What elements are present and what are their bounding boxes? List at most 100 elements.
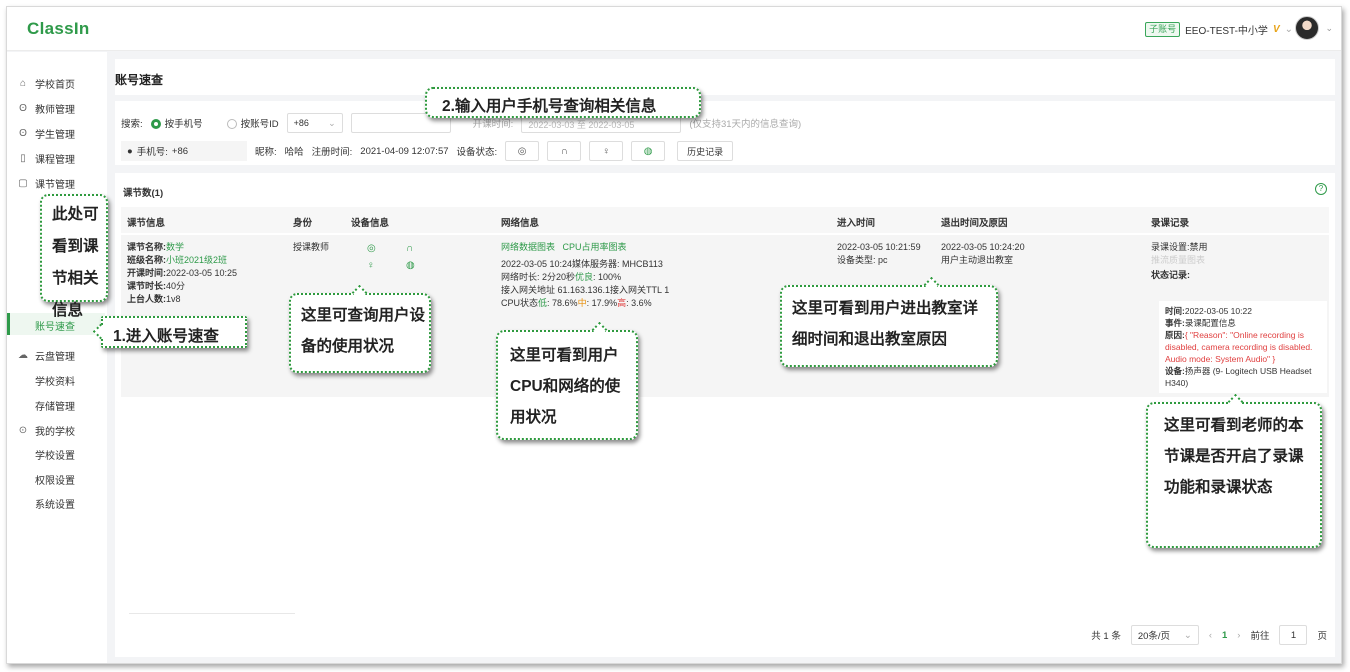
help-icon[interactable]: ?: [1315, 183, 1327, 195]
avatar[interactable]: [1295, 16, 1319, 40]
cpu-high-label: 高: [617, 298, 627, 308]
radio-by-id[interactable]: 按账号ID: [226, 116, 279, 130]
sidebar-item-teachers[interactable]: ʘ 教师管理: [17, 101, 75, 116]
search-label: 搜索:: [121, 119, 143, 130]
net-line-1: 2022-03-05 10:24媒体服务器: MHCB113: [501, 259, 663, 269]
chevron-down-icon: ⌄: [1183, 629, 1192, 641]
phone-label: 手机号:: [136, 147, 168, 158]
sidebar-item-storage[interactable]: 存储管理: [35, 398, 75, 413]
network-icon[interactable]: ◍: [406, 260, 415, 271]
sidebar-item-system-settings[interactable]: 系统设置: [35, 496, 75, 511]
enter-time-cell: 2022-03-05 10:21:59 设备类型: pc: [837, 241, 921, 267]
rec-device: 扬声器 (9- Logitech USB Headset H340): [1165, 366, 1312, 388]
rec-event: 录课配置信息: [1184, 318, 1236, 328]
camera-status-button[interactable]: ◎: [505, 141, 540, 161]
sidebar-item-lessons[interactable]: ▢ 课节管理: [17, 176, 75, 191]
history-button[interactable]: 历史记录: [677, 141, 734, 161]
cpu-label: CPU状态: [501, 298, 539, 308]
rec-reason-label: 原因:: [1165, 330, 1185, 340]
register-label: 注册时间:: [311, 147, 353, 158]
radio-by-phone[interactable]: 按手机号: [150, 116, 203, 130]
col-device-info: 设备信息: [351, 218, 390, 229]
net-line-3: 接入网关地址 61.163.136.1接入网关TTL 1: [501, 285, 670, 295]
pagination: 共 1 条 20条/页 ⌄ ‹ 1 › 前往 1 页: [1091, 625, 1327, 645]
col-lesson-info: 课节信息: [127, 218, 166, 229]
radio-checked-icon: [150, 119, 161, 130]
home-icon: ⌂: [19, 78, 27, 89]
camera-icon[interactable]: ◎: [367, 243, 376, 254]
stage-count: 1v8: [166, 294, 181, 304]
student-icon: ʘ: [19, 128, 27, 139]
page-header: 账号速查: [115, 59, 1335, 95]
avatar-chevron-down-icon[interactable]: ⌄: [1325, 23, 1333, 34]
school-icon: ⊙: [18, 425, 28, 436]
top-bar: ClassIn 子账号 EEO-TEST-中小学 V ⌄ ⌄: [7, 7, 1341, 51]
classin-logo[interactable]: ClassIn: [27, 19, 90, 39]
page-title: 账号速查: [115, 73, 164, 87]
prev-page-button[interactable]: ‹: [1209, 630, 1212, 641]
sidebar-item-school-home[interactable]: ⌂ 学校首页: [17, 76, 75, 91]
sidebar-item-courses[interactable]: ▯ 课程管理: [17, 151, 75, 166]
lesson-name-label: 课节名称:: [127, 242, 166, 252]
status-record-box: 时间:2022-03-05 10:22 事件:录课配置信息 原因:{ "Reas…: [1159, 301, 1327, 393]
time-label: 开课时间:: [472, 119, 514, 130]
microphone-icon[interactable]: ♀: [367, 260, 375, 271]
start-time: 2022-03-05 10:25: [166, 268, 238, 278]
headset-icon[interactable]: ∩: [406, 243, 413, 254]
network-info-cell: 网络数据图表 CPU占用率图表 2022-03-05 10:24媒体服务器: M…: [501, 241, 669, 310]
microphone-icon: ♀: [602, 145, 610, 157]
net-good-value: : 100%: [593, 272, 622, 282]
sidebar-item-cloud-drive[interactable]: ☁ 云盘管理: [17, 348, 75, 363]
network-status-button[interactable]: ◍: [631, 141, 666, 161]
callout-text: 这里可看到用户CPU和网络的使用状况: [510, 347, 621, 426]
sidebar-item-school-settings[interactable]: 学校设置: [35, 447, 75, 462]
col-enter-time: 进入时间: [837, 218, 876, 229]
goto-label: 前往: [1250, 631, 1270, 642]
headset-status-button[interactable]: ∩: [547, 141, 582, 161]
next-page-button[interactable]: ›: [1237, 630, 1240, 641]
user-info-row: ● 手机号: +86 昵称: 哈哈 注册时间: 2021-04-09 12:07…: [121, 141, 734, 161]
net-line-2: 网络时长: 2分20秒优良: 100%: [501, 271, 669, 284]
cpu-chart-link[interactable]: CPU占用率图表: [563, 242, 627, 252]
microphone-status-button[interactable]: ♀: [589, 141, 624, 161]
col-role: 身份: [293, 218, 313, 229]
page-size-select[interactable]: 20条/页 ⌄: [1130, 625, 1199, 645]
rec-time-label: 时间:: [1165, 306, 1185, 316]
callout-lesson-info: 此处可看到课节相关信息: [40, 194, 108, 319]
course-icon: ▯: [20, 153, 26, 164]
camera-icon: ◎: [517, 145, 527, 157]
sidebar-item-school-files[interactable]: 学校资料: [35, 373, 75, 388]
phone-info: ● 手机号: +86: [121, 141, 247, 161]
network-chart-link[interactable]: 网络数据图表: [501, 242, 555, 252]
account-menu[interactable]: 子账号 EEO-TEST-中小学 V ⌄: [1145, 22, 1293, 37]
recording-chart-link[interactable]: 推流质量图表: [1151, 254, 1208, 267]
sidebar-item-my-school[interactable]: ⊙ 我的学校: [17, 423, 75, 438]
sidebar-item-label: 课节管理: [35, 180, 75, 191]
enter-time: 2022-03-05 10:21:59: [837, 242, 921, 252]
callout-text: 这里可查询用户设备的使用状况: [301, 307, 426, 355]
sidebar-item-students[interactable]: ʘ 学生管理: [17, 126, 75, 141]
sidebar-item-permissions[interactable]: 权限设置: [35, 472, 75, 487]
duration-value: 40分: [166, 281, 186, 291]
search-hint: (仅支持31天内的信息查询): [689, 119, 802, 130]
nickname-label: 昵称:: [255, 147, 277, 158]
exit-time: 2022-03-05 10:24:20: [941, 242, 1025, 252]
exit-time-cell: 2022-03-05 10:24:20 用户主动退出教室: [941, 241, 1025, 267]
recording-setting: 录课设置:禁用: [1151, 242, 1208, 252]
radio-label: 按账号ID: [240, 119, 279, 130]
device-type: 设备类型: pc: [837, 255, 888, 265]
nickname-value: 哈哈: [284, 147, 304, 158]
page-number[interactable]: 1: [1222, 630, 1227, 641]
country-code-select[interactable]: +86 ⌄: [286, 113, 343, 133]
info-icon: ●: [127, 145, 133, 157]
cpu-high-value: : 3.6%: [626, 298, 652, 308]
sidebar-item-label: 学校首页: [35, 80, 75, 91]
rec-device-label: 设备:: [1165, 366, 1185, 376]
class-name-link[interactable]: 小班2021级2班: [166, 255, 227, 265]
callout-device-status: 这里可查询用户设备的使用状况: [289, 284, 431, 373]
callout-text: 1.进入账号速查: [113, 328, 219, 345]
goto-input[interactable]: 1: [1279, 625, 1308, 645]
lesson-name-link[interactable]: 数学: [166, 242, 184, 252]
callout-enter-exit: 这里可看到用户进出教室详细时间和退出教室原因: [780, 276, 998, 367]
callout-recording: 这里可看到老师的本节课是否开启了录课功能和录课状态: [1146, 393, 1322, 548]
